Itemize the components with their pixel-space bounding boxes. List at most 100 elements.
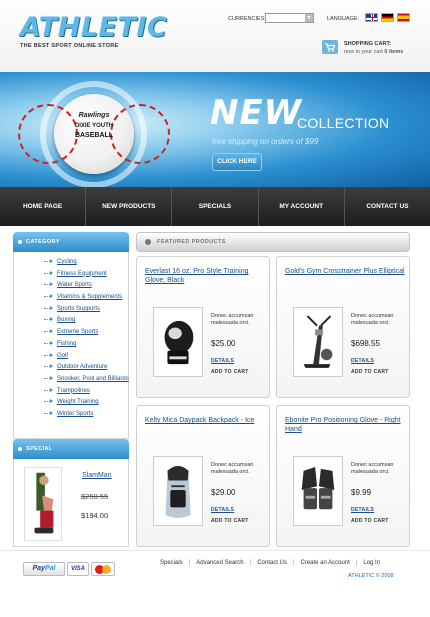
nav-specials[interactable]: SPECIALS bbox=[172, 187, 259, 226]
add-to-cart-link[interactable]: ADD TO CART bbox=[351, 518, 389, 524]
footer-link-log-in[interactable]: Log In bbox=[363, 560, 380, 566]
mastercard-logo bbox=[91, 562, 115, 576]
featured-header: FEATURED PRODUCTS bbox=[136, 232, 410, 252]
bowling-glove-image[interactable] bbox=[293, 456, 343, 526]
nav-contact-us[interactable]: CONTACT US bbox=[345, 187, 430, 226]
nav-my-account[interactable]: MY ACCOUNT bbox=[259, 187, 345, 226]
add-to-cart-link[interactable]: ADD TO CART bbox=[211, 518, 249, 524]
spanish-flag-icon[interactable] bbox=[397, 13, 410, 22]
bullet-icon bbox=[18, 240, 22, 244]
category-item[interactable]: Weight Training bbox=[24, 397, 128, 409]
product-desc: Donec accumsan malesuada orci. bbox=[351, 462, 394, 475]
banner-headline: NEW bbox=[210, 93, 303, 133]
details-link[interactable]: DETAILS bbox=[351, 358, 374, 364]
visa-logo: VISA bbox=[67, 562, 89, 576]
cart-text: now in your cart bbox=[344, 49, 383, 55]
footer-separator: | bbox=[355, 560, 358, 566]
category-item[interactable]: Snooker, Pool and Billiards bbox=[24, 374, 129, 386]
category-item[interactable]: Cycling bbox=[24, 257, 128, 269]
ball-brand: Rawlings bbox=[78, 112, 110, 119]
category-item[interactable]: Fitness Equipment bbox=[24, 269, 128, 281]
category-list: Cycling Fitness Equipment Water Sports V… bbox=[13, 252, 129, 439]
footer-divider bbox=[0, 550, 430, 551]
category-item[interactable]: Fishing bbox=[24, 339, 128, 351]
product-price: $698.55 bbox=[351, 339, 380, 348]
bullet-icon bbox=[18, 447, 22, 451]
banner-headline-sub: COLLECTION bbox=[297, 115, 390, 131]
special-product-name[interactable]: SlamMan bbox=[82, 472, 112, 479]
product-card: Ebonite Pro Positioning Glove - Right Ha… bbox=[276, 405, 410, 547]
product-price: $29.00 bbox=[211, 488, 236, 497]
promo-banner: Rawlings DIXIE YOUTH BASEBALL NEW COLLEC… bbox=[0, 72, 430, 187]
add-to-cart-link[interactable]: ADD TO CART bbox=[211, 369, 249, 375]
category-item[interactable]: Golf bbox=[24, 351, 128, 363]
category-item[interactable]: Extreme Sports bbox=[24, 327, 128, 339]
elliptical-image[interactable] bbox=[293, 307, 343, 377]
product-title[interactable]: Ebonite Pro Positioning Glove - Right Ha… bbox=[285, 416, 405, 434]
currencies-label: CURRENCIES: bbox=[228, 16, 266, 22]
footer-link-specials[interactable]: Specials bbox=[160, 560, 183, 566]
product-card: Everlast 16 oz. Pro Style Training Glove… bbox=[136, 256, 270, 398]
category-item[interactable]: Sports Supports bbox=[24, 304, 128, 316]
product-price: $25.00 bbox=[211, 339, 236, 348]
currency-select[interactable]: ▾ bbox=[265, 13, 314, 23]
product-desc: Donec accumsan malesuada orci. bbox=[211, 313, 254, 326]
special-product-image[interactable] bbox=[24, 467, 62, 541]
paypal-logo: PayPal bbox=[23, 562, 65, 576]
category-title: CATEGORY bbox=[26, 239, 60, 245]
german-flag-icon[interactable] bbox=[381, 13, 394, 22]
product-title[interactable]: Everlast 16 oz. Pro Style Training Glove… bbox=[145, 267, 265, 285]
category-item[interactable]: Water Sports bbox=[24, 280, 128, 292]
footer-link-contact-us[interactable]: Contact Us bbox=[257, 560, 287, 566]
details-link[interactable]: DETAILS bbox=[211, 507, 234, 513]
cart-status[interactable]: now in your cart 0 items bbox=[344, 49, 403, 55]
product-title[interactable]: Kelty Mica Daypack Backpack - Ice bbox=[145, 416, 265, 425]
shopping-cart-icon[interactable] bbox=[322, 40, 338, 54]
footer-link-create-account[interactable]: Create an Account bbox=[300, 560, 349, 566]
site-tagline: THE BEST SPORT ONLINE STORE bbox=[20, 43, 119, 49]
paypal-text-a: Pay bbox=[32, 565, 45, 572]
footer-separator: | bbox=[292, 560, 295, 566]
special-new-price: $194.00 bbox=[81, 511, 109, 520]
category-item[interactable]: Winter Sports bbox=[24, 409, 128, 421]
cart-count: 0 items bbox=[384, 49, 404, 55]
footer-separator: | bbox=[249, 560, 252, 566]
paypal-text-b: Pal bbox=[44, 565, 56, 572]
special-body: SlamMan $250.55 $194.00 bbox=[13, 459, 129, 547]
chevron-down-icon: ▾ bbox=[305, 14, 313, 22]
footer-link-advanced-search[interactable]: Advanced Search bbox=[196, 560, 243, 566]
special-old-price: $250.55 bbox=[81, 492, 109, 501]
category-item[interactable]: Boxing bbox=[24, 315, 128, 327]
footer-separator: | bbox=[188, 560, 191, 566]
product-desc: Donec accumsan malesuada orci. bbox=[351, 313, 394, 326]
nav-home[interactable]: HOME PAGE bbox=[0, 187, 87, 226]
ball-line2: BASEBALL bbox=[74, 132, 114, 139]
boxing-glove-image[interactable] bbox=[153, 307, 203, 377]
backpack-image[interactable] bbox=[153, 456, 203, 526]
category-item[interactable]: Outdoor Adventure bbox=[24, 362, 128, 374]
category-item[interactable]: Vitamins & Supplements bbox=[24, 292, 128, 304]
product-price: $9.99 bbox=[351, 488, 372, 497]
add-to-cart-link[interactable]: ADD TO CART bbox=[351, 369, 389, 375]
site-logo[interactable]: ATHLETIC bbox=[20, 14, 167, 41]
category-item[interactable]: Trampolines bbox=[24, 386, 128, 398]
category-header: CATEGORY bbox=[13, 232, 129, 252]
bullet-icon bbox=[145, 239, 151, 245]
details-link[interactable]: DETAILS bbox=[211, 358, 234, 364]
product-card: Kelty Mica Daypack Backpack - Ice Donec … bbox=[136, 405, 270, 547]
header: ATHLETIC THE BEST SPORT ONLINE STORE CUR… bbox=[0, 0, 430, 72]
copyright: ATHLETIC © 2008 bbox=[348, 573, 394, 579]
nav-new-products[interactable]: NEW PRODUCTS bbox=[86, 187, 173, 226]
product-desc: Donec accumsan malesuada orci. bbox=[211, 462, 254, 475]
special-box: SPECIAL SlamMan $250.55 $194.00 bbox=[13, 439, 129, 547]
language-label: LANGUAGE: bbox=[327, 16, 360, 22]
product-card: Gold's Gym Crosstrainer Plus Elliptical … bbox=[276, 256, 410, 398]
english-flag-icon[interactable] bbox=[365, 13, 378, 22]
special-header: SPECIAL bbox=[13, 439, 129, 459]
product-title[interactable]: Gold's Gym Crosstrainer Plus Elliptical bbox=[285, 267, 405, 276]
featured-title: FEATURED PRODUCTS bbox=[157, 239, 226, 245]
details-link[interactable]: DETAILS bbox=[351, 507, 374, 513]
free-shipping-text: free shipping on orders of $99 bbox=[212, 137, 319, 146]
ball-line1: DIXIE YOUTH bbox=[74, 123, 114, 129]
click-here-button[interactable]: CLICK HERE bbox=[212, 153, 262, 171]
